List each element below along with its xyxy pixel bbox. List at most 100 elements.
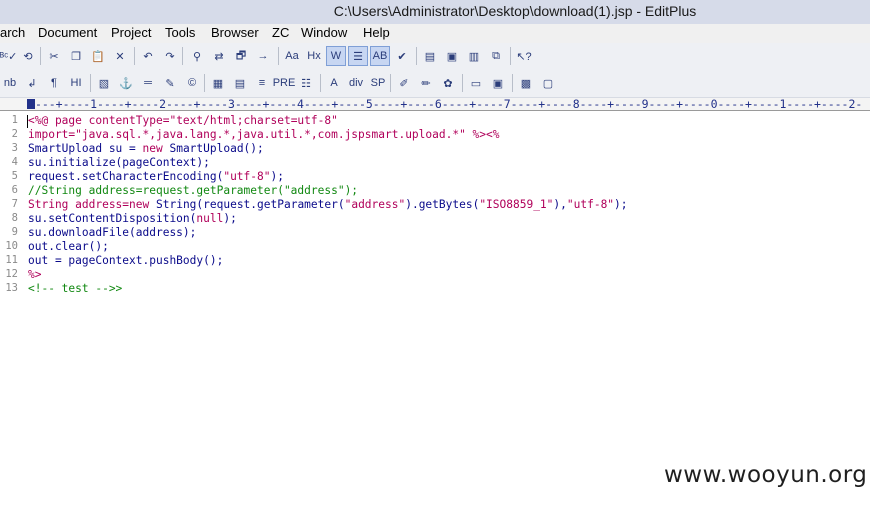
- code-token: out.clear();: [28, 240, 109, 253]
- code-token: "utf-8": [566, 198, 615, 211]
- indent-icon[interactable]: ☰: [348, 46, 368, 66]
- code-token: request.setCharacterEncoding(: [28, 170, 224, 183]
- edit-icon[interactable]: ✐: [394, 73, 414, 93]
- code-token: new: [129, 198, 150, 211]
- div-icon[interactable]: div: [346, 73, 366, 93]
- frame-icon[interactable]: ▣: [488, 73, 508, 93]
- code-editor[interactable]: 1 2 3 4 5 6 7 8 9 10 11 12 13 <%@ page contentType="…: [0, 112, 870, 505]
- color-picker-icon[interactable]: ▩: [516, 73, 536, 93]
- paragraph-icon[interactable]: ¶: [44, 73, 64, 93]
- cut-icon[interactable]: ✂: [44, 46, 64, 66]
- list-icon[interactable]: ☷: [296, 73, 316, 93]
- span-icon[interactable]: SP: [368, 73, 388, 93]
- code-line: request.setCharacterEncoding("utf-8");: [28, 170, 284, 184]
- code-token: su.downloadFile(address);: [28, 226, 197, 239]
- code-token: import=: [28, 128, 76, 141]
- code-line: SmartUpload su = new SmartUpload();: [28, 142, 264, 156]
- table-row-icon[interactable]: ▤: [230, 73, 250, 93]
- abc-sort-icon[interactable]: AB: [370, 46, 390, 66]
- directory-icon[interactable]: ▤: [420, 46, 440, 66]
- pre-icon[interactable]: PRE: [273, 73, 296, 93]
- menu-help[interactable]: Help: [363, 25, 390, 40]
- spell-check-icon[interactable]: ᴬᴮᶜ✓: [0, 46, 17, 66]
- replace-icon[interactable]: ⇄: [209, 46, 229, 66]
- help-icon[interactable]: ↖?: [514, 46, 534, 66]
- code-line: su.setContentDisposition(null);: [28, 212, 237, 226]
- paste-icon[interactable]: 📋: [88, 46, 108, 66]
- font-tag-icon[interactable]: A: [324, 73, 344, 93]
- hex-icon[interactable]: Hx: [304, 46, 324, 66]
- horizontal-rule-icon[interactable]: ═: [138, 73, 158, 93]
- goto-line-icon[interactable]: →: [253, 46, 273, 66]
- undo-icon[interactable]: ↶: [138, 46, 158, 66]
- copy-icon[interactable]: ❐: [66, 46, 86, 66]
- toolbar-separator: [416, 47, 417, 65]
- heading-icon[interactable]: HI: [66, 73, 86, 93]
- code-line: su.downloadFile(address);: [28, 226, 196, 240]
- menu-window[interactable]: Window: [301, 25, 347, 40]
- delete-icon[interactable]: ✕: [110, 46, 130, 66]
- menu-tools[interactable]: Tools: [165, 25, 195, 40]
- line-number: 10: [5, 240, 18, 252]
- word-wrap-icon[interactable]: W: [326, 46, 346, 66]
- line-number: 7: [11, 198, 18, 210]
- comment-icon[interactable]: ✏: [416, 73, 436, 93]
- menu-search[interactable]: arch: [0, 25, 25, 40]
- html-toolbar: nb ↲ ¶ HI ▧ ⚓ ═ ✎ © ▦ ▤ ≡ PRE ☷ Adiv SP ✐ ✏ ✿ ▭ ▣ ▩ ▢: [0, 70, 870, 98]
- toolbar-separator: [40, 47, 41, 65]
- code-token: "java.sql.*,java.lang.*,java.util.*,com.…: [75, 128, 466, 141]
- panel-icon[interactable]: ▢: [538, 73, 558, 93]
- pencil-icon[interactable]: ✎: [160, 73, 180, 93]
- menu-document[interactable]: Document: [38, 25, 97, 40]
- copyright-icon[interactable]: ©: [182, 73, 202, 93]
- column-ruler: ---+----1----+----2----+----3----+----4-…: [0, 98, 870, 111]
- find-icon[interactable]: ⚲: [187, 46, 207, 66]
- code-token: );: [223, 212, 237, 225]
- browser-preview-icon[interactable]: ⟲: [18, 46, 38, 66]
- line-number: 12: [5, 268, 18, 280]
- toolbar-separator: [320, 74, 321, 92]
- code-token: "ISO8859_1": [479, 198, 554, 211]
- find-in-files-icon[interactable]: 🗗: [231, 46, 251, 66]
- code-line: su.initialize(pageContext);: [28, 156, 210, 170]
- menu-browser[interactable]: Browser: [211, 25, 259, 40]
- redo-icon[interactable]: ↷: [160, 46, 180, 66]
- center-icon[interactable]: ≡: [252, 73, 272, 93]
- code-token: "text/html;charset=utf-8": [169, 114, 338, 127]
- line-number: 9: [11, 226, 18, 238]
- code-line: String address=new String(request.getPar…: [28, 198, 628, 212]
- code-token: ),: [553, 198, 567, 211]
- font-icon[interactable]: Aa: [282, 46, 302, 66]
- code-line: import="java.sql.*,java.lang.*,java.util…: [28, 128, 500, 142]
- line-number: 2: [11, 128, 18, 140]
- image-icon[interactable]: ▧: [94, 73, 114, 93]
- toolbar-separator: [512, 74, 513, 92]
- line-number: 13: [5, 282, 18, 294]
- toolbar-separator: [182, 47, 183, 65]
- line-number: 5: [11, 170, 18, 182]
- nbsp-icon[interactable]: nb: [0, 73, 20, 93]
- code-token: su.initialize(pageContext);: [28, 156, 210, 169]
- color-icon[interactable]: ✿: [438, 73, 458, 93]
- code-token: <!-- test -->>: [28, 282, 123, 295]
- code-token: new: [142, 142, 163, 155]
- code-line: %>: [28, 268, 41, 282]
- ruler-scale: ---+----1----+----2----+----3----+----4-…: [35, 98, 863, 111]
- menu-project[interactable]: Project: [111, 25, 151, 40]
- output-window-icon[interactable]: ▥: [464, 46, 484, 66]
- line-break-icon[interactable]: ↲: [22, 73, 42, 93]
- window-icon[interactable]: ⧉: [486, 46, 506, 66]
- anchor-icon[interactable]: ⚓: [116, 73, 136, 93]
- line-number: 6: [11, 184, 18, 196]
- window-title: C:\Users\Administrator\Desktop\download(…: [333, 3, 697, 19]
- code-token: );: [614, 198, 628, 211]
- code-token: "utf-8": [223, 170, 271, 183]
- cliptext-icon[interactable]: ▣: [442, 46, 462, 66]
- ruler-caret-marker: [27, 99, 35, 109]
- form-icon[interactable]: ▭: [466, 73, 486, 93]
- table-icon[interactable]: ▦: [208, 73, 228, 93]
- menu-zc[interactable]: ZC: [272, 25, 289, 40]
- check-icon[interactable]: ✔: [392, 46, 412, 66]
- line-number: 1: [11, 114, 18, 126]
- toolbar-separator: [204, 74, 205, 92]
